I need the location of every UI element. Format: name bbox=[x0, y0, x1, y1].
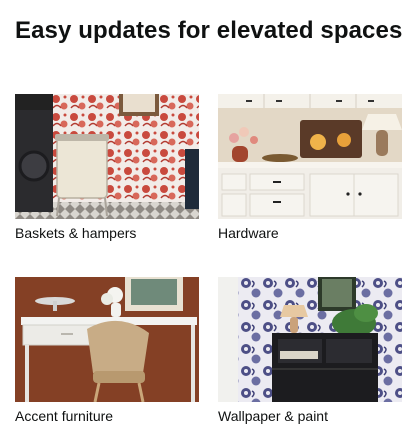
floral-wallpaper-photo[interactable] bbox=[218, 277, 402, 402]
tile-label[interactable]: Wallpaper & paint bbox=[218, 407, 402, 425]
tile-accent-furniture[interactable]: Accent furniture bbox=[15, 277, 199, 425]
kitchen-cabinets-photo[interactable] bbox=[218, 94, 402, 219]
card-title: Easy updates for elevated spaces bbox=[15, 17, 403, 44]
category-card: Easy updates for elevated spaces Baskets… bbox=[0, 0, 417, 446]
laundry-room-photo[interactable] bbox=[15, 94, 199, 219]
desk-and-chair-photo[interactable] bbox=[15, 277, 199, 402]
tile-baskets-hampers[interactable]: Baskets & hampers bbox=[15, 94, 199, 242]
tile-wallpaper-paint[interactable]: Wallpaper & paint bbox=[218, 277, 402, 425]
tile-label[interactable]: Accent furniture bbox=[15, 407, 199, 425]
tile-label[interactable]: Hardware bbox=[218, 224, 402, 242]
tile-label[interactable]: Baskets & hampers bbox=[15, 224, 199, 242]
tile-hardware[interactable]: Hardware bbox=[218, 94, 402, 242]
